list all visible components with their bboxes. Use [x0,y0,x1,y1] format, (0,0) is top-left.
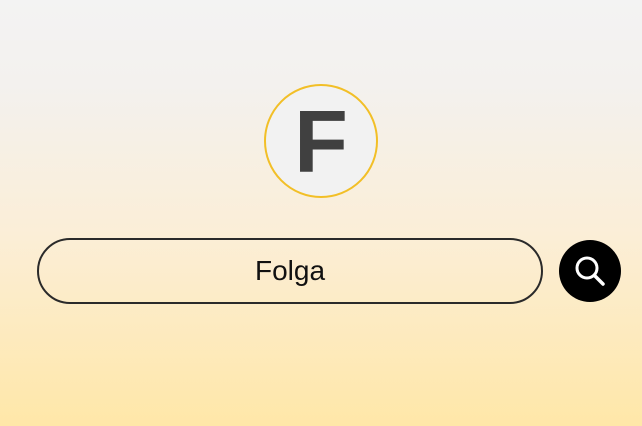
logo-letter: F [294,92,348,191]
logo-circle: F [264,84,378,198]
search-button[interactable] [559,240,621,302]
search-icon [572,253,608,289]
search-input[interactable] [37,238,543,304]
